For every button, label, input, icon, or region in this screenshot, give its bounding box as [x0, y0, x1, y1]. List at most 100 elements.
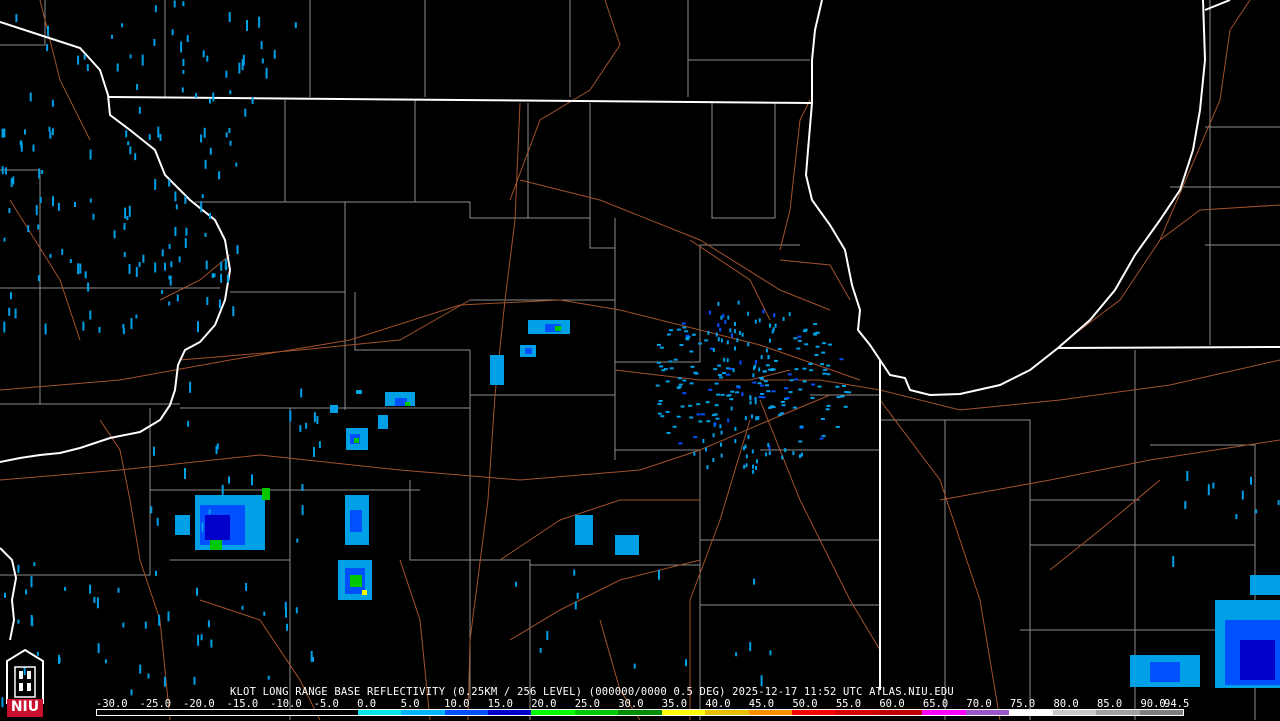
echo-pixel: [189, 381, 192, 393]
clutter-pixel: [826, 364, 831, 367]
clutter-pixel: [765, 348, 768, 353]
echo-pixel: [1186, 471, 1189, 481]
clutter-pixel: [745, 454, 748, 459]
echo-pixel: [195, 92, 198, 98]
colorbar-segment: [401, 710, 446, 715]
clutter-pixel: [810, 397, 815, 399]
echo-pixel: [93, 596, 96, 603]
clutter-pixel: [747, 434, 750, 439]
radar-map: [0, 0, 1280, 720]
clutter-pixel: [723, 357, 726, 362]
clutter-pixel: [802, 380, 807, 383]
echo-pixel: [84, 271, 87, 279]
echo-pixel: [205, 260, 208, 270]
echo-pixel: [168, 301, 171, 306]
clutter-pixel: [773, 313, 776, 318]
echo-pixel: [245, 582, 248, 591]
clutter-pixel: [826, 404, 831, 407]
clutter-pixel: [680, 405, 685, 408]
clutter-pixel: [843, 405, 848, 408]
clutter-pixel: [826, 373, 831, 376]
clutter-pixel: [657, 402, 662, 405]
clutter-pixel: [682, 379, 687, 382]
clutter-pixel: [752, 373, 755, 378]
colorbar-segment: [1052, 710, 1097, 715]
echo-pixel: [187, 420, 190, 427]
echo-pixel: [184, 238, 187, 249]
clutter-pixel: [727, 315, 730, 320]
niu-logo-text: NIU: [10, 699, 40, 715]
echo-pixel: [155, 570, 157, 576]
clutter-pixel: [734, 439, 737, 444]
echo-pixel: [49, 131, 52, 139]
clutter-pixel: [792, 406, 797, 409]
echo-pixel: [173, 0, 176, 8]
clutter-pixel: [782, 316, 785, 321]
clutter-pixel: [822, 342, 826, 345]
echo-pixel: [38, 168, 41, 179]
echo-pixel: [232, 306, 235, 317]
echo-pixel: [184, 468, 186, 479]
echo-pixel: [89, 149, 92, 160]
clutter-pixel: [762, 370, 767, 373]
clutter-pixel: [815, 345, 820, 348]
echo-pixel: [226, 274, 229, 283]
clutter-pixel: [799, 454, 801, 459]
echo-pixel: [89, 198, 92, 203]
echo-pixel: [633, 663, 636, 669]
echo-pixel: [134, 153, 137, 161]
echo-pixel: [261, 58, 264, 64]
echo-pixel: [1, 128, 4, 138]
clutter-pixel: [678, 383, 683, 386]
echo-pixel: [313, 447, 315, 457]
clutter-pixel: [659, 365, 664, 368]
clutter-pixel: [803, 328, 808, 331]
clutter-pixel: [720, 393, 725, 396]
echo-pixel: [251, 97, 254, 104]
clutter-pixel: [744, 416, 747, 421]
clutter-pixel: [712, 433, 715, 438]
echo-pixel: [79, 263, 82, 274]
clutter-pixel: [666, 333, 671, 336]
echo-pixel: [204, 159, 207, 169]
clutter-pixel: [678, 442, 683, 445]
clutter-pixel: [765, 384, 769, 387]
echo-pixel: [760, 675, 763, 687]
clutter-pixel: [771, 390, 776, 393]
clutter-pixel: [717, 301, 720, 306]
clutter-pixel: [705, 447, 707, 452]
echo-pixel: [658, 569, 660, 580]
colorbar-segment: [922, 710, 967, 715]
echo-pixel: [246, 20, 248, 31]
colorbar-segment: [705, 710, 750, 715]
clutter-pixel: [825, 408, 830, 411]
echo-pixel: [1184, 501, 1187, 510]
echo-pixel: [685, 659, 687, 667]
colorbar-segment: [227, 710, 272, 715]
echo-pixel: [153, 446, 155, 456]
echo-pixel: [83, 54, 86, 60]
clutter-pixel: [742, 446, 745, 451]
clutter-pixel: [693, 436, 698, 439]
clutter-pixel: [793, 337, 798, 340]
clutter-pixel: [714, 404, 719, 407]
niu-logo: NIU: [4, 647, 46, 717]
echo-pixel: [197, 321, 199, 333]
clutter-pixel: [819, 437, 824, 440]
echo-pixel: [181, 87, 184, 93]
echo-pixel: [4, 167, 7, 175]
echo-pixel: [154, 178, 157, 190]
clutter-pixel: [758, 396, 763, 399]
colorbar-segment: [965, 710, 1010, 715]
echo-pixel: [158, 614, 161, 626]
clutter-pixel: [737, 300, 740, 305]
clutter-pixel: [758, 318, 761, 323]
echo-pixel: [209, 98, 211, 104]
clutter-pixel: [788, 312, 791, 317]
clutter-pixel: [716, 393, 721, 396]
echo-pixel: [218, 299, 221, 309]
echo-pixel: [735, 652, 738, 657]
colorbar-segment: [270, 710, 315, 715]
clutter-pixel: [822, 372, 827, 375]
clutter-pixel: [734, 346, 736, 351]
